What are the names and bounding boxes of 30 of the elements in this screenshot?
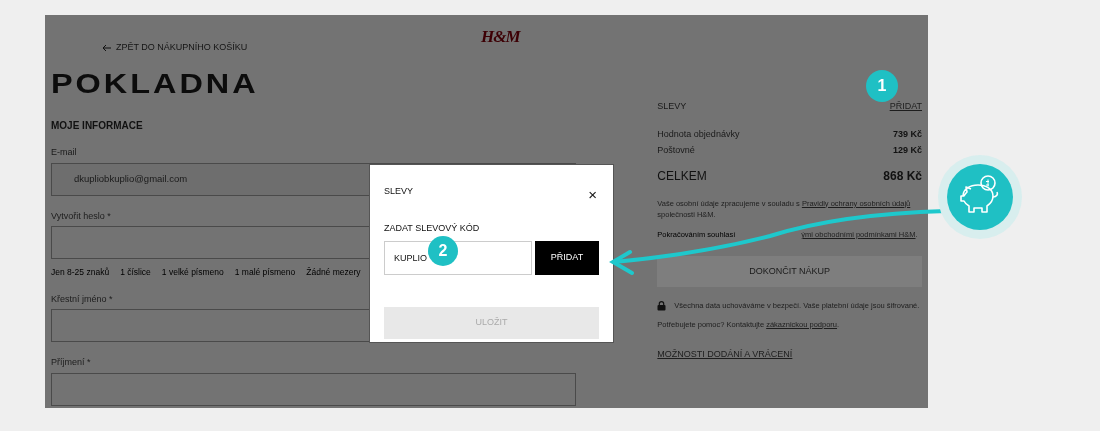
summary-label: Hodnota objednávky	[657, 127, 740, 141]
password-hint: Žádné mezery	[306, 266, 361, 279]
add-discount-link[interactable]: PŘIDAT	[889, 100, 922, 114]
password-hint: 1 malé písmeno	[234, 266, 296, 279]
apply-code-button[interactable]: PŘIDAT	[535, 240, 599, 275]
password-hint: Jen 8-25 znaků	[51, 266, 110, 279]
logo[interactable]: H&M	[481, 24, 520, 50]
total-label: CELKEM	[657, 167, 707, 185]
field-label: E-mail	[51, 146, 78, 159]
dialog-title: SLEVY	[384, 185, 414, 198]
close-button[interactable]: ×	[588, 187, 597, 202]
page-title: POKLADNA	[51, 71, 260, 98]
piggy-bank-icon	[938, 155, 1022, 239]
password-hint: 1 číslice	[120, 266, 151, 279]
summary-amount: 739 Kč	[892, 127, 922, 141]
summary-label: Poštovné	[657, 144, 695, 157]
discounts-label: SLEVY	[657, 100, 687, 113]
arrow-left-icon	[102, 43, 112, 52]
field-label: Vytvořit heslo *	[51, 209, 112, 223]
section-title: MOJE INFORMACE	[51, 119, 144, 133]
total-amount: 868 Kč	[883, 167, 922, 185]
lock-icon	[657, 300, 667, 311]
code-label: ZADAT SLEVOVÝ KÓD	[384, 222, 481, 235]
back-link[interactable]: ZPĚT DO NÁKUPNÍHO KOŠÍKU	[102, 41, 248, 55]
field-label: Křestní jméno *	[51, 292, 114, 306]
input-field[interactable]	[51, 372, 577, 406]
summary-amount: 129 Kč	[892, 144, 922, 157]
field-label: Příjmení *	[51, 356, 92, 370]
delivery-link[interactable]: MOŽNOSTI DODÁNÍ A VRÁCENÍ	[657, 347, 793, 362]
password-hint: 1 velké písmeno	[161, 266, 224, 279]
